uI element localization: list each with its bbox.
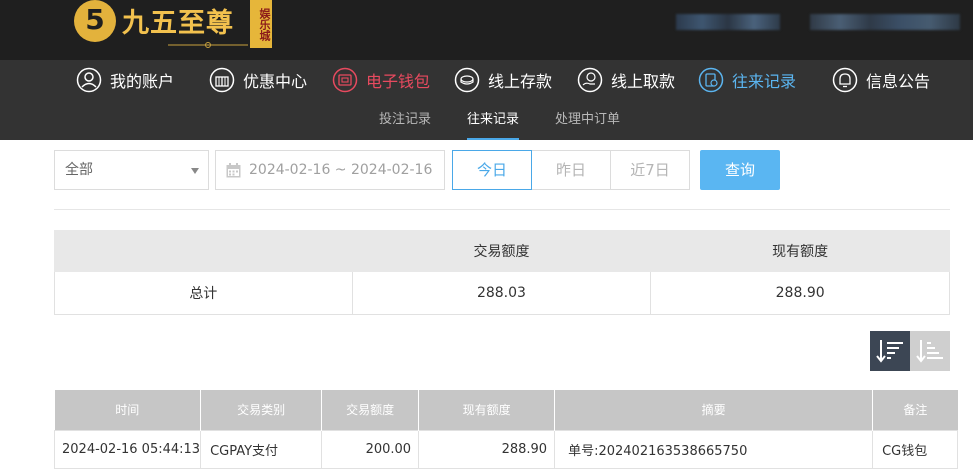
summary-header-current: 现有额度 [650, 230, 950, 272]
summary-header-blank [54, 230, 353, 272]
tab-transaction-records[interactable]: 往来记录 [467, 100, 520, 140]
sort-descending-button[interactable] [870, 331, 910, 371]
summary-table: 交易额度 现有额度 总计 288.03 288.90 [54, 230, 950, 315]
summary-header-transaction: 交易额度 [351, 230, 652, 272]
summary-header-row: 交易额度 现有额度 [54, 230, 950, 272]
records-header-row: 时间 交易类别 交易额度 现有额度 摘要 备注 [54, 390, 958, 430]
date-range-picker[interactable]: 2024-02-16 ~ 2024-02-16 [215, 150, 445, 190]
col-amount: 交易额度 [321, 390, 420, 430]
type-select[interactable]: 全部 [54, 150, 209, 190]
balance-redacted [810, 14, 960, 30]
nav-label: 优惠中心 [243, 72, 308, 91]
nav-label: 电子钱包 [366, 72, 431, 91]
calendar-icon [226, 163, 241, 178]
col-time: 时间 [54, 390, 202, 430]
user-icon [76, 67, 102, 93]
username-redacted [676, 14, 780, 30]
cell-summary: 单号:202402163538665750 [554, 429, 874, 469]
nav-label: 线上取款 [611, 72, 676, 91]
cell-type: CGPAY支付 [200, 429, 323, 469]
nav-item-promotions[interactable]: 优惠中心 [209, 60, 307, 100]
summary-total-row: 总计 288.03 288.90 [54, 271, 950, 315]
deposit-icon [454, 67, 480, 93]
table-row[interactable]: 2024-02-16 05:44:13 CGPAY支付 200.00 288.9… [53, 429, 959, 469]
main-nav: 我的账户 优惠中心 电子钱包 线上存款 线上取款 往来记录 信息公告 [0, 60, 973, 100]
cell-time: 2024-02-16 05:44:13 [53, 429, 202, 469]
col-type: 交易类别 [200, 390, 323, 430]
nav-label: 我的账户 [110, 72, 175, 91]
cell-remark: CG钱包 [872, 429, 959, 469]
col-summary: 摘要 [554, 390, 874, 430]
nav-item-announcements[interactable]: 信息公告 [832, 60, 930, 100]
summary-total-label: 总计 [54, 271, 353, 315]
nav-item-wallet[interactable]: 电子钱包 [332, 60, 430, 100]
nav-label: 线上存款 [488, 72, 553, 91]
tab-bet-records[interactable]: 投注记录 [379, 100, 431, 140]
gift-icon [209, 67, 235, 93]
cell-balance: 288.90 [418, 429, 556, 469]
logo-ornament [168, 42, 248, 48]
logo-badge: 5 [74, 0, 116, 42]
top-header: 5 九五至尊 娱乐城 [0, 0, 973, 60]
type-select-value: 全部 [65, 162, 93, 178]
summary-transaction-amount: 288.03 [351, 271, 652, 315]
logo-text: 九五至尊 [122, 8, 234, 39]
nav-item-account[interactable]: 我的账户 [76, 60, 174, 100]
bell-icon [832, 67, 858, 93]
nav-label: 信息公告 [866, 72, 931, 91]
tab-pending-orders[interactable]: 处理中订单 [555, 100, 620, 140]
range-today-button[interactable]: 今日 [452, 150, 532, 190]
records-icon [698, 67, 724, 93]
divider [54, 209, 950, 210]
withdraw-icon [577, 67, 603, 93]
logo-subtitle: 娱乐城 [250, 0, 272, 48]
query-button[interactable]: 查询 [700, 150, 780, 190]
nav-item-records[interactable]: 往来记录 [698, 60, 796, 100]
range-yesterday-button[interactable]: 昨日 [531, 150, 611, 190]
range-7days-button[interactable]: 近7日 [610, 150, 690, 190]
col-balance: 现有额度 [418, 390, 556, 430]
sort-ascending-icon [916, 340, 943, 363]
sort-descending-icon [876, 340, 903, 363]
nav-item-deposit[interactable]: 线上存款 [454, 60, 552, 100]
site-logo[interactable]: 5 九五至尊 娱乐城 [72, 0, 277, 52]
nav-item-withdraw[interactable]: 线上取款 [577, 60, 675, 100]
nav-label: 往来记录 [732, 72, 797, 91]
date-range-value: 2024-02-16 ~ 2024-02-16 [249, 162, 433, 178]
records-table: 时间 交易类别 交易额度 现有额度 摘要 备注 2024-02-16 05:44… [53, 390, 959, 469]
col-remark: 备注 [872, 390, 958, 430]
chevron-down-icon [191, 168, 199, 174]
sort-ascending-button[interactable] [910, 331, 950, 371]
cell-amount: 200.00 [321, 429, 420, 469]
sub-nav: 投注记录 往来记录 处理中订单 [0, 100, 973, 140]
summary-current-amount: 288.90 [650, 271, 950, 315]
wallet-icon [332, 67, 358, 93]
